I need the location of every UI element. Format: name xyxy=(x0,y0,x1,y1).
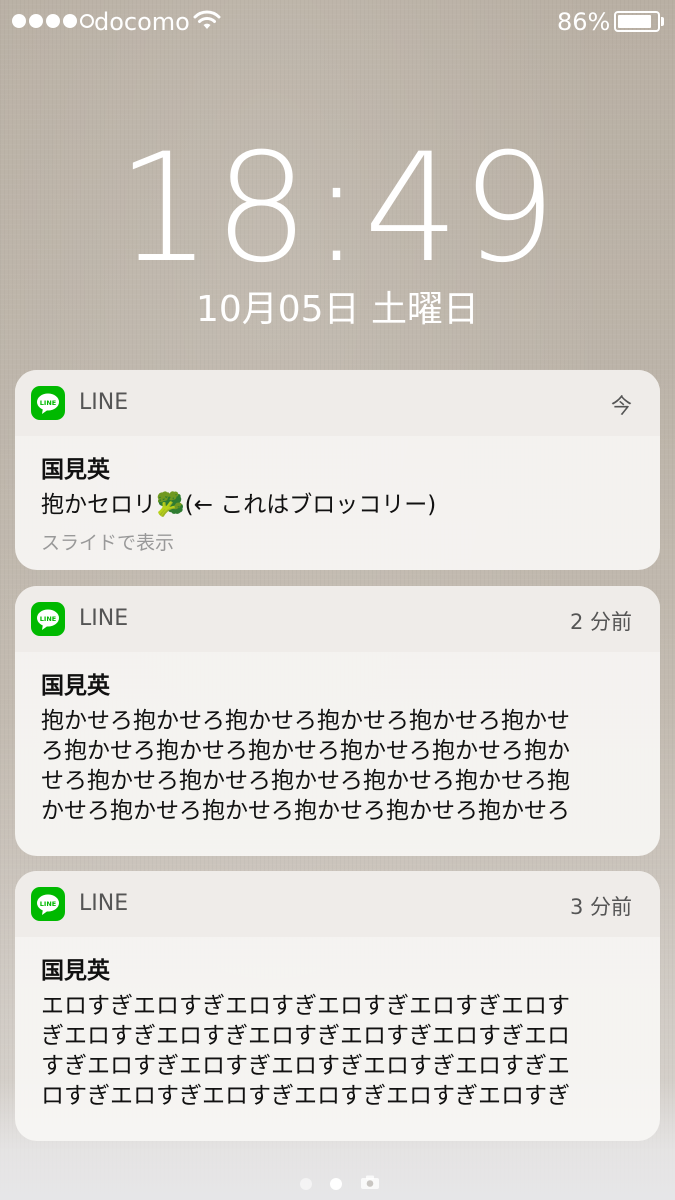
battery-level-fill xyxy=(618,15,651,28)
message-line: エロすぎエロすぎエロすぎエロすぎエロすぎエロす xyxy=(41,993,570,1019)
notification-time: 3 分前 xyxy=(569,895,632,919)
lock-screen-time: 18:49 xyxy=(116,122,559,296)
sender-name: 国見英 xyxy=(41,457,110,483)
cellular-signal-icon xyxy=(12,14,94,28)
svg-text:LINE: LINE xyxy=(40,615,56,623)
message-line: かせろ抱かせろ抱かせろ抱かせろ抱かせろ抱かせろ xyxy=(41,798,570,824)
camera-icon[interactable] xyxy=(360,1174,380,1194)
lock-screen-date: 10月05日 土曜日 xyxy=(195,289,480,330)
notification-time: 2 分前 xyxy=(569,610,632,634)
sender-name: 国見英 xyxy=(41,673,110,699)
page-dot[interactable] xyxy=(300,1178,312,1190)
notification-body: 国見英 抱かセロリ🥦(← これはブロッコリー) スライドで表示 xyxy=(15,436,660,555)
notification-header: LINE LINE 3 分前 xyxy=(15,871,660,937)
line-app-icon: LINE xyxy=(31,602,65,636)
battery-icon xyxy=(614,11,660,32)
battery-percentage: 86% xyxy=(557,8,611,36)
page-indicator[interactable] xyxy=(300,1174,380,1194)
app-name: LINE xyxy=(79,606,129,631)
sender-name: 国見英 xyxy=(41,958,110,984)
svg-text:LINE: LINE xyxy=(40,900,56,908)
notification-body: 国見英 エロすぎエロすぎエロすぎエロすぎエロすぎエロす ぎエロすぎエロすぎエロす… xyxy=(15,937,660,1111)
line-app-icon: LINE xyxy=(31,887,65,921)
app-name: LINE xyxy=(79,891,129,916)
notification-body: 国見英 抱かせろ抱かせろ抱かせろ抱かせろ抱かせろ抱かせ ろ抱かせろ抱かせろ抱かせ… xyxy=(15,652,660,826)
message-line: ロすぎエロすぎエロすぎエロすぎエロすぎエロすぎ xyxy=(41,1083,570,1109)
message-text: 抱かセロリ🥦(← これはブロッコリー) xyxy=(41,492,437,518)
status-bar: docomo 86% xyxy=(0,0,675,44)
line-app-icon: LINE xyxy=(31,386,65,420)
notification-header: LINE LINE 2 分前 xyxy=(15,586,660,652)
message-line: 抱かせろ抱かせろ抱かせろ抱かせろ抱かせろ抱かせ xyxy=(41,708,570,734)
carrier-name: docomo xyxy=(94,8,190,36)
message-line: ぎエロすぎエロすぎエロすぎエロすぎエロすぎエロ xyxy=(41,1023,570,1049)
notification-card[interactable]: LINE LINE 今 国見英 抱かセロリ🥦(← これはブロッコリー) スライド… xyxy=(15,370,660,570)
battery-tip xyxy=(661,17,664,26)
slide-to-view-hint: スライドで表示 xyxy=(41,532,175,554)
message-line: すぎエロすぎエロすぎエロすぎエロすぎエロすぎエ xyxy=(41,1053,570,1079)
notification-time: 今 xyxy=(611,394,632,418)
wifi-icon xyxy=(193,9,221,37)
svg-text:LINE: LINE xyxy=(40,399,56,407)
page-dot-active[interactable] xyxy=(330,1178,342,1190)
notification-header: LINE LINE 今 xyxy=(15,370,660,436)
message-line: ろ抱かせろ抱かせろ抱かせろ抱かせろ抱かせろ抱か xyxy=(41,738,570,764)
app-name: LINE xyxy=(79,390,129,415)
message-line: せろ抱かせろ抱かせろ抱かせろ抱かせろ抱かせろ抱 xyxy=(41,768,570,794)
notification-card[interactable]: LINE LINE 3 分前 国見英 エロすぎエロすぎエロすぎエロすぎエロすぎエ… xyxy=(15,871,660,1141)
notification-card[interactable]: LINE LINE 2 分前 国見英 抱かせろ抱かせろ抱かせろ抱かせろ抱かせろ抱… xyxy=(15,586,660,856)
